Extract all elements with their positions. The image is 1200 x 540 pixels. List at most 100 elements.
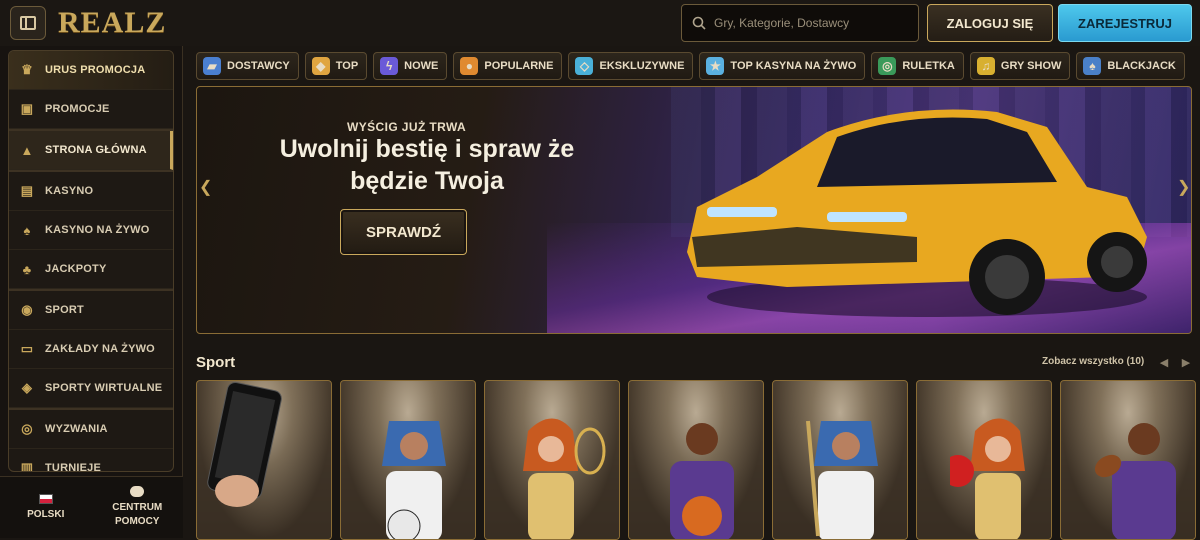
- category-label: BLACKJACK: [1107, 60, 1176, 72]
- game-card[interactable]: [772, 380, 908, 540]
- category-label: EKSKLUZYWNE: [599, 60, 685, 72]
- sidebar-item-virtual-sports[interactable]: ◈ SPORTY WIRTUALNE: [9, 369, 173, 408]
- top-bar: REALZ ZALOGUJ SIĘ ZAREJESTRUJ: [0, 0, 1200, 46]
- game-card[interactable]: [484, 380, 620, 540]
- category-label: DOSTAWCY: [227, 60, 290, 72]
- sidebar-item-live-casino[interactable]: ♠ KASYNO NA ŻYWO: [9, 211, 173, 250]
- category-popular[interactable]: ● POPULARNE: [453, 52, 563, 80]
- tennis-player-illustration: [523, 418, 606, 539]
- pingpong-player-illustration: [950, 418, 1025, 539]
- category-label: POPULARNE: [484, 60, 554, 72]
- help-center-button[interactable]: CENTRUM POMOCY: [92, 477, 184, 538]
- trophy-icon: ♛: [21, 62, 33, 77]
- ball-icon: ◉: [21, 302, 33, 317]
- sidebar-item-label: JACKPOTY: [45, 263, 107, 275]
- category-providers[interactable]: ▰ DOSTAWCY: [196, 52, 299, 80]
- sidebar-item-label: WYZWANIA: [45, 423, 108, 435]
- register-button[interactable]: ZAREJESTRUJ: [1058, 4, 1192, 42]
- home-icon: ▲: [20, 142, 34, 158]
- category-top-live[interactable]: ★ TOP KASYNA NA ŻYWO: [699, 52, 866, 80]
- game-card[interactable]: [916, 380, 1052, 540]
- sidebar-footer: POLSKI CENTRUM POMOCY: [0, 476, 183, 538]
- top-icon: ◆: [311, 57, 330, 75]
- login-button[interactable]: ZALOGUJ SIĘ: [927, 4, 1053, 42]
- shield-icon: ♠: [1083, 57, 1102, 75]
- search-input[interactable]: [714, 16, 914, 30]
- category-label: TOP: [335, 60, 359, 72]
- sidebar-toggle-icon: [20, 16, 36, 30]
- sidebar-item-label: SPORT: [45, 304, 84, 316]
- section-title: Sport: [196, 354, 236, 371]
- sidebar-item-label: KASYNO: [45, 185, 94, 197]
- game-card[interactable]: [340, 380, 476, 540]
- chevron-left-icon[interactable]: ◀: [1156, 354, 1172, 370]
- sidebar-item-label: ZAKŁADY NA ŻYWO: [45, 343, 155, 355]
- category-label: TOP KASYNA NA ŻYWO: [730, 60, 857, 72]
- help-label-line2: POMOCY: [115, 516, 160, 527]
- live-icon: ▭: [20, 341, 34, 356]
- category-game-shows[interactable]: ♫ GRY SHOW: [969, 52, 1071, 80]
- sidebar-item-jackpots[interactable]: ♣ JACKPOTY: [9, 250, 173, 289]
- sidebar-item-label: STRONA GŁÓWNA: [45, 144, 147, 156]
- sidebar-item-label: URUS PROMOCJA: [45, 64, 146, 76]
- lightning-icon: ϟ: [380, 57, 399, 75]
- star-icon: ★: [706, 57, 725, 75]
- virtual-icon: ◈: [21, 380, 33, 395]
- banner-prev-arrow[interactable]: ❮: [199, 177, 212, 197]
- category-exclusive[interactable]: ◇ EKSKLUZYWNE: [568, 52, 694, 80]
- poland-flag-icon: [38, 493, 53, 504]
- sidebar: ♛ URUS PROMOCJA ▣ PROMOCJE ▲ STRONA GŁÓW…: [0, 46, 183, 538]
- sidebar-item-label: TURNIEJE: [45, 462, 101, 472]
- basketball-player-illustration: [670, 423, 734, 539]
- phone-illustration: [207, 381, 282, 507]
- language-label: POLSKI: [27, 508, 65, 520]
- sidebar-item-casino[interactable]: ▤ KASYNO: [9, 172, 173, 211]
- category-roulette[interactable]: ◎ RULETKA: [871, 52, 964, 80]
- game-card[interactable]: [628, 380, 764, 540]
- football-player-illustration: [1094, 423, 1176, 539]
- car-illustration: [687, 109, 1147, 317]
- category-label: RULETKA: [902, 60, 955, 72]
- see-all-link[interactable]: Zobacz wszystko (10): [1042, 356, 1144, 367]
- category-label: GRY SHOW: [1000, 60, 1062, 72]
- hero-banner[interactable]: ❮ ❯ WYŚCIG JUŻ TRWA Uwolnij bestię i spr…: [196, 86, 1192, 334]
- category-top[interactable]: ◆ TOP: [304, 52, 368, 80]
- language-selector[interactable]: POLSKI: [0, 477, 92, 538]
- pharaoh-player-illustration: [382, 421, 446, 539]
- game-card[interactable]: [196, 380, 332, 540]
- banner-next-arrow[interactable]: ❯: [1177, 177, 1190, 197]
- slot-icon: ▤: [20, 183, 34, 198]
- roulette-icon: ◎: [878, 57, 897, 75]
- sidebar-item-home[interactable]: ▲ STRONA GŁÓWNA: [9, 131, 173, 170]
- sidebar-item-label: PROMOCJE: [45, 103, 110, 115]
- search-box[interactable]: [681, 4, 919, 42]
- diamond-icon: ◇: [575, 57, 594, 75]
- sidebar-item-sport[interactable]: ◉ SPORT: [9, 291, 173, 330]
- podium-icon: ▥: [20, 460, 34, 472]
- game-card[interactable]: [1060, 380, 1196, 540]
- category-new[interactable]: ϟ NOWE: [373, 52, 448, 80]
- chat-icon: [130, 486, 145, 497]
- logo[interactable]: REALZ: [58, 6, 166, 40]
- help-label-line1: CENTRUM: [112, 502, 163, 513]
- hockey-player-illustration: [806, 420, 878, 539]
- sidebar-item-live-betting[interactable]: ▭ ZAKŁADY NA ŻYWO: [9, 330, 173, 369]
- banner-title-line2: będzie Twoja: [350, 167, 504, 195]
- sidebar-toggle-button[interactable]: [10, 6, 46, 40]
- search-icon: [692, 16, 706, 30]
- providers-icon: ▰: [203, 57, 221, 75]
- banner-cta-button[interactable]: SPRAWDŹ: [340, 209, 467, 255]
- sidebar-item-tournaments[interactable]: ▥ TURNIEJE: [9, 449, 173, 472]
- category-blackjack[interactable]: ♠ BLACKJACK: [1076, 52, 1185, 80]
- chevron-right-icon[interactable]: ▶: [1178, 354, 1194, 370]
- sidebar-item-urus-promo[interactable]: ♛ URUS PROMOCJA: [9, 51, 173, 90]
- sidebar-item-promotions[interactable]: ▣ PROMOCJE: [9, 90, 173, 129]
- sidebar-item-challenges[interactable]: ◎ WYZWANIA: [9, 410, 173, 449]
- sidebar-nav: ♛ URUS PROMOCJA ▣ PROMOCJE ▲ STRONA GŁÓW…: [8, 50, 174, 472]
- sidebar-item-label: SPORTY WIRTUALNE: [45, 382, 163, 394]
- game-card-row: [196, 380, 1196, 540]
- banner-title-line1: Uwolnij bestię i spraw że: [279, 135, 575, 163]
- category-bar: ▰ DOSTAWCY ◆ TOP ϟ NOWE ● POPULARNE ◇ EKSKLUZ…: [196, 52, 1185, 80]
- target-icon: ◎: [21, 421, 33, 436]
- flame-icon: ●: [460, 57, 479, 75]
